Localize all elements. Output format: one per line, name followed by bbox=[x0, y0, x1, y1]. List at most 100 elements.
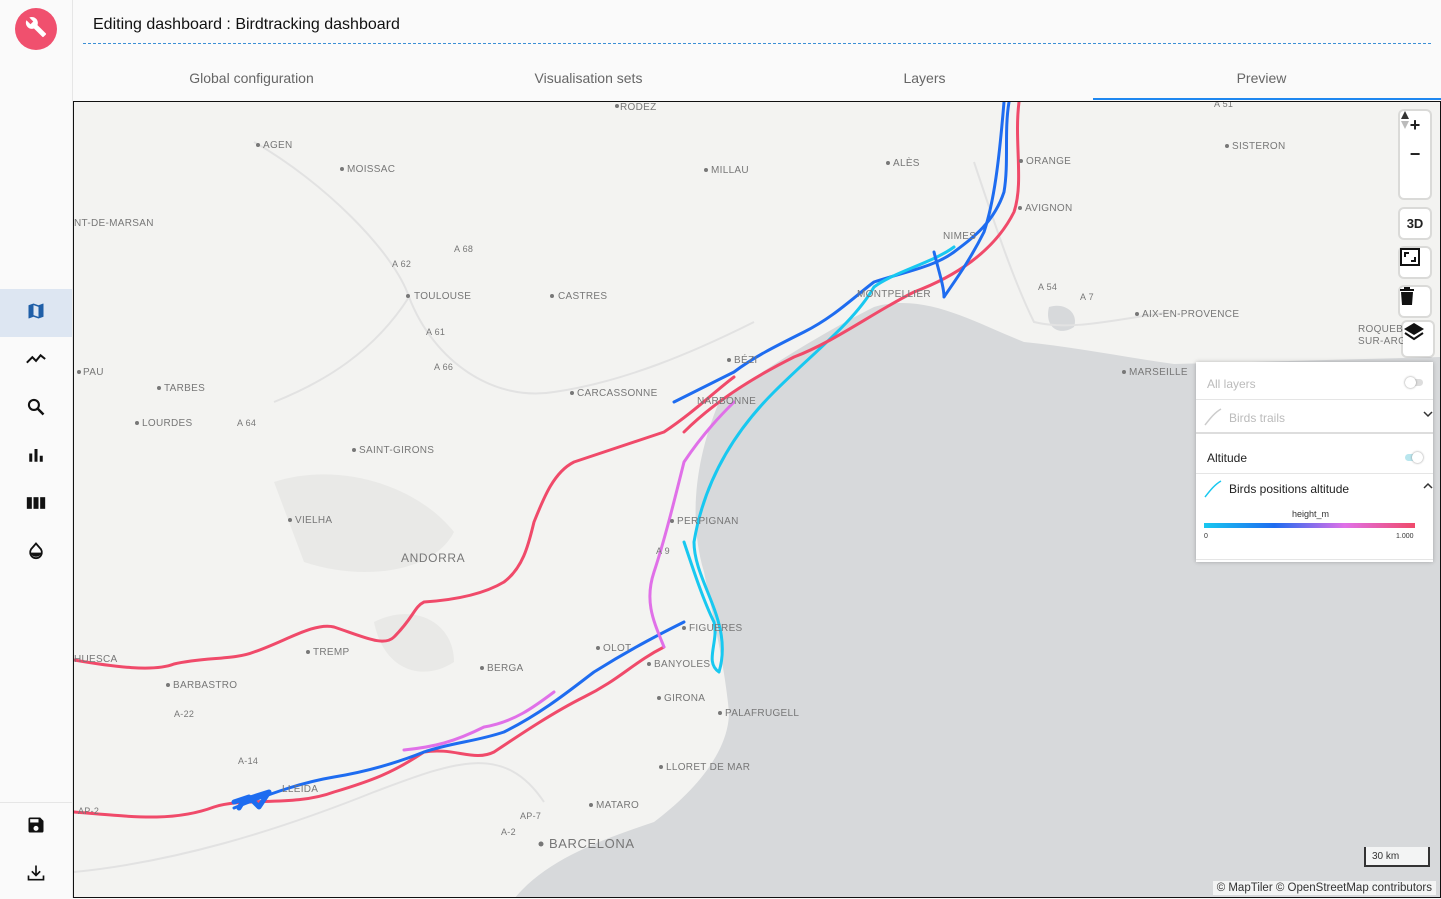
all-layers-row: All layers bbox=[1196, 362, 1433, 400]
map-view[interactable]: RODEZ AGEN MOISSAC MILLAU ALÈS ORANGE SI… bbox=[73, 101, 1441, 898]
birds-positions-altitude-row[interactable]: Birds positions altitude height_m 0 1.00… bbox=[1196, 474, 1433, 560]
track-blue-nimes bbox=[932, 102, 1006, 299]
svg-text:A 66: A 66 bbox=[434, 362, 453, 372]
svg-text:A 54: A 54 bbox=[1038, 282, 1057, 292]
tab-global-configuration[interactable]: Global configuration bbox=[83, 70, 420, 86]
svg-text:TOULOUSE: TOULOUSE bbox=[414, 291, 471, 302]
svg-text:PAU: PAU bbox=[83, 367, 104, 378]
svg-text:A 9: A 9 bbox=[656, 546, 670, 556]
sidebar-item-map[interactable] bbox=[0, 289, 72, 337]
sidebar-item-table[interactable] bbox=[0, 481, 72, 529]
svg-text:BÉZI: BÉZI bbox=[734, 353, 757, 366]
svg-text:LOURDES: LOURDES bbox=[142, 418, 192, 429]
svg-text:ALÈS: ALÈS bbox=[893, 156, 920, 169]
svg-text:BARBASTRO: BARBASTRO bbox=[173, 680, 237, 691]
svg-text:NARBONNE: NARBONNE bbox=[697, 396, 756, 407]
svg-text:A 61: A 61 bbox=[426, 327, 445, 337]
map-scale: 30 km bbox=[1364, 847, 1430, 867]
svg-text:MOISSAC: MOISSAC bbox=[347, 164, 395, 175]
svg-text:BARCELONA: BARCELONA bbox=[549, 836, 635, 851]
birds-trails-row[interactable]: Birds trails bbox=[1196, 400, 1433, 434]
track-red-west bbox=[74, 645, 666, 819]
svg-text:NT-DE-MARSAN: NT-DE-MARSAN bbox=[74, 218, 154, 229]
svg-text:AP-7: AP-7 bbox=[520, 811, 541, 821]
download-icon bbox=[26, 863, 46, 888]
svg-text:MARSEILLE: MARSEILLE bbox=[1129, 367, 1188, 378]
svg-text:VIELHA: VIELHA bbox=[295, 515, 332, 526]
svg-text:GIRONA: GIRONA bbox=[664, 693, 705, 704]
svg-text:A-22: A-22 bbox=[174, 709, 194, 719]
svg-text:SAINT-GIRONS: SAINT-GIRONS bbox=[359, 445, 434, 456]
sidebar-item-search[interactable] bbox=[0, 385, 72, 433]
svg-text:SUR-ARG: SUR-ARG bbox=[1358, 336, 1406, 347]
sidebar-item-style[interactable] bbox=[0, 529, 72, 577]
download-button[interactable] bbox=[0, 851, 72, 899]
svg-text:A 68: A 68 bbox=[454, 244, 473, 254]
svg-text:TREMP: TREMP bbox=[313, 647, 350, 658]
page-title: Editing dashboard : Birdtracking dashboa… bbox=[93, 16, 400, 33]
layers-toggle-button[interactable] bbox=[1403, 322, 1433, 356]
save-button[interactable] bbox=[0, 803, 72, 851]
line-chart-icon bbox=[25, 348, 47, 375]
svg-text:A-2: A-2 bbox=[501, 827, 516, 837]
delete-control bbox=[1400, 287, 1430, 316]
svg-text:PALAFRUGELL: PALAFRUGELL bbox=[725, 708, 799, 719]
svg-text:BANYOLES: BANYOLES bbox=[654, 659, 710, 670]
tab-visualisation-sets[interactable]: Visualisation sets bbox=[420, 70, 757, 86]
svg-text:AVIGNON: AVIGNON bbox=[1025, 203, 1072, 214]
svg-text:AP-2: AP-2 bbox=[78, 806, 99, 816]
legend-gradient bbox=[1204, 523, 1415, 528]
layers-panel: All layers Birds trails Altitude Birds p… bbox=[1196, 362, 1433, 562]
svg-text:ANDORRA: ANDORRA bbox=[401, 551, 465, 565]
drop-icon bbox=[26, 541, 46, 566]
title-underline bbox=[83, 43, 1431, 44]
app-logo[interactable] bbox=[15, 8, 57, 50]
legend-min: 0 bbox=[1204, 533, 1208, 540]
editor-header: Editing dashboard : Birdtracking dashboa… bbox=[73, 0, 1441, 102]
birds-trails-label: Birds trails bbox=[1229, 411, 1286, 425]
fullscreen-control bbox=[1400, 248, 1430, 277]
sidebar bbox=[0, 0, 73, 898]
columns-icon bbox=[26, 495, 46, 516]
svg-text:AGEN: AGEN bbox=[263, 140, 293, 151]
altitude-group-row: Altitude bbox=[1196, 442, 1433, 474]
zoom-out-button[interactable]: − bbox=[1400, 140, 1430, 169]
etang-de-berre bbox=[1048, 305, 1075, 331]
three-d-button[interactable]: 3D bbox=[1400, 209, 1430, 238]
legend-max: 1.000 bbox=[1396, 533, 1414, 540]
svg-text:MATARO: MATARO bbox=[596, 800, 639, 811]
svg-text:A 64: A 64 bbox=[237, 418, 256, 428]
svg-text:ORANGE: ORANGE bbox=[1026, 156, 1071, 167]
fullscreen-button[interactable] bbox=[1400, 248, 1430, 277]
map-attribution[interactable]: © MapTiler © OpenStreetMap contributors bbox=[1212, 881, 1436, 895]
tab-preview[interactable]: Preview bbox=[1093, 70, 1430, 86]
svg-text:A-14: A-14 bbox=[238, 756, 258, 766]
save-icon bbox=[26, 815, 46, 840]
svg-text:A 7: A 7 bbox=[1080, 292, 1094, 302]
svg-text:MONTPELLIER: MONTPELLIER bbox=[857, 289, 931, 300]
compass-button[interactable] bbox=[1400, 111, 1430, 198]
search-icon bbox=[26, 397, 46, 422]
zoom-controls: + − bbox=[1400, 111, 1430, 198]
svg-text:CASTRES: CASTRES bbox=[558, 291, 607, 302]
delete-button[interactable] bbox=[1400, 287, 1430, 316]
svg-text:AIX-EN-PROVENCE: AIX-EN-PROVENCE bbox=[1142, 309, 1239, 320]
tab-layers[interactable]: Layers bbox=[756, 70, 1093, 86]
altitude-group-label: Altitude bbox=[1207, 451, 1248, 465]
svg-text:TARBES: TARBES bbox=[164, 383, 205, 394]
svg-text:SISTERON: SISTERON bbox=[1232, 141, 1286, 152]
all-layers-label: All layers bbox=[1207, 377, 1256, 391]
svg-text:RODEZ: RODEZ bbox=[620, 102, 657, 113]
svg-text:BERGA: BERGA bbox=[487, 663, 524, 674]
track-pink bbox=[402, 690, 556, 752]
layers-control bbox=[1403, 322, 1433, 356]
birds-positions-altitude-label: Birds positions altitude bbox=[1229, 482, 1350, 496]
all-layers-toggle[interactable] bbox=[1405, 377, 1423, 388]
wrench-icon bbox=[25, 16, 47, 43]
svg-text:OLOT: OLOT bbox=[603, 643, 631, 654]
altitude-toggle[interactable] bbox=[1405, 452, 1423, 463]
sidebar-item-bar-chart[interactable] bbox=[0, 433, 72, 481]
active-tab-indicator bbox=[1093, 98, 1441, 100]
svg-text:A 51: A 51 bbox=[1214, 102, 1233, 109]
sidebar-item-timeseries[interactable] bbox=[0, 337, 72, 385]
